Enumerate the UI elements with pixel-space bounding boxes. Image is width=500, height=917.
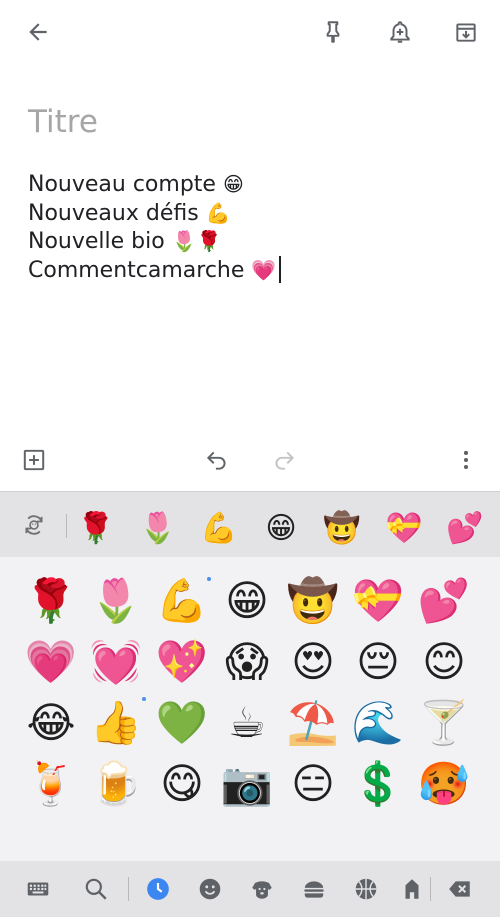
smiley-icon — [199, 878, 221, 900]
category-food[interactable] — [296, 871, 332, 907]
emoji-key[interactable]: 🌊 — [347, 692, 409, 754]
separator — [430, 877, 431, 901]
note-line-emoji: 😁 — [222, 172, 244, 196]
note-line-text: Commentcamarche — [28, 257, 245, 283]
category-animals[interactable] — [244, 871, 280, 907]
emoji-key[interactable]: 😔 — [347, 631, 409, 693]
emoji-key[interactable]: 💝 — [347, 570, 409, 632]
pin-icon — [326, 21, 340, 43]
undo-button[interactable] — [197, 440, 237, 480]
note-line-emoji: 💪 — [205, 200, 231, 225]
search-icon — [85, 878, 107, 900]
emoji-key[interactable]: 🍹 — [20, 753, 82, 815]
recent-emoji[interactable]: 🌷 — [138, 509, 178, 549]
note-title-input[interactable]: Titre — [28, 104, 98, 140]
backspace-icon — [449, 881, 470, 897]
emoji-key[interactable]: ☕ — [216, 692, 278, 754]
note-line: Nouveau compte 😁 — [28, 170, 281, 199]
more-options-button[interactable] — [446, 440, 486, 480]
basketball-icon — [355, 878, 377, 900]
emoji-key[interactable]: 😁 — [216, 570, 278, 632]
emoji-search-button[interactable] — [78, 871, 114, 907]
emoji-key[interactable]: 😂 — [20, 692, 82, 754]
recent-emoji[interactable]: 🤠 — [322, 509, 362, 549]
emoji-key[interactable]: 👍 — [85, 692, 147, 754]
emoji-key[interactable]: 🍺 — [85, 753, 147, 815]
category-activities[interactable] — [348, 871, 384, 907]
redo-button[interactable] — [264, 440, 304, 480]
note-line: Commentcamarche 💗 — [28, 255, 282, 285]
recent-emoji[interactable]: 💕 — [445, 509, 485, 549]
emoji-switch-icon — [25, 515, 43, 535]
emoji-key[interactable]: 😑 — [282, 753, 344, 815]
add-box-icon — [23, 449, 45, 471]
note-line-text: Nouvelle bio — [28, 229, 165, 255]
emoji-category-bar — [0, 861, 500, 917]
emoji-key[interactable]: 😱 — [216, 631, 278, 693]
emoji-switch-button[interactable] — [14, 507, 54, 543]
skin-tone-indicator — [207, 577, 211, 581]
backspace-button[interactable] — [442, 871, 478, 907]
emoji-key[interactable]: 😋 — [151, 753, 213, 815]
keyboard-button[interactable] — [20, 871, 56, 907]
archive-button[interactable] — [446, 12, 486, 52]
emoji-key[interactable]: 💕 — [413, 570, 475, 632]
emoji-key[interactable]: 💖 — [151, 631, 213, 693]
emoji-grid: 🌹 🌷 💪 😁 🤠 💝 💕 💗 💓 💖 😱 😍 😔 😊 😂 👍 💚 ☕ ⛱️ 🌊… — [0, 557, 500, 861]
recent-emoji[interactable]: 🌹 — [76, 509, 116, 549]
note-body-input[interactable]: Nouveau compte 😁 Nouveaux défis 💪 Nouvel… — [28, 170, 282, 285]
emoji-key[interactable]: 💪 — [151, 570, 213, 632]
recent-emoji[interactable]: 💪 — [199, 509, 239, 549]
emoji-key[interactable]: 🌹 — [20, 570, 82, 632]
building-icon — [405, 879, 419, 899]
emoji-key[interactable]: 💚 — [151, 692, 213, 754]
back-button[interactable] — [18, 12, 58, 52]
add-button[interactable] — [14, 440, 54, 480]
burger-icon — [304, 881, 324, 898]
emoji-key[interactable]: 😊 — [413, 631, 475, 693]
emoji-key[interactable]: 💗 — [20, 631, 82, 693]
emoji-key[interactable]: 💓 — [85, 631, 147, 693]
arrow-back-icon — [29, 23, 47, 41]
archive-icon — [456, 23, 476, 42]
note-line: Nouvelle bio 🌷🌹 — [28, 227, 281, 256]
category-smileys[interactable] — [192, 871, 228, 907]
separator — [128, 877, 129, 901]
text-cursor — [279, 255, 282, 283]
note-line-text: Nouveau compte — [28, 172, 216, 197]
emoji-key[interactable]: 🍸 — [413, 692, 475, 754]
emoji-key[interactable]: 💲 — [347, 753, 409, 815]
dog-icon — [252, 881, 272, 899]
emoji-key[interactable]: 🤠 — [282, 570, 344, 632]
note-line-text: Nouveaux défis — [28, 200, 199, 226]
more-vert-icon — [463, 450, 469, 470]
note-line-emoji: 💗 — [251, 257, 277, 282]
bell-plus-icon — [390, 21, 410, 43]
note-line-emoji: 🌷🌹 — [171, 229, 222, 254]
recent-emoji[interactable]: 😁 — [261, 509, 301, 549]
redo-icon — [275, 451, 295, 470]
category-places[interactable] — [394, 871, 430, 907]
reminder-button[interactable] — [380, 12, 420, 52]
undo-icon — [206, 451, 226, 470]
separator — [66, 514, 67, 538]
category-recent[interactable] — [140, 871, 176, 907]
emoji-key[interactable]: 🌷 — [85, 570, 147, 632]
clock-icon — [147, 878, 169, 900]
pin-button[interactable] — [313, 12, 353, 52]
note-line: Nouveaux défis 💪 — [28, 199, 281, 228]
emoji-key[interactable]: ⛱️ — [282, 692, 344, 754]
keyboard-icon — [27, 882, 49, 896]
emoji-key[interactable]: 🥵 — [413, 753, 475, 815]
editor-toolbar — [0, 432, 500, 488]
skin-tone-indicator — [142, 697, 146, 701]
app-bar — [0, 0, 500, 64]
emoji-recent-bar: 🌹 🌷 💪 😁 🤠 💝 💕 — [0, 491, 500, 558]
emoji-key[interactable]: 📷 — [216, 753, 278, 815]
emoji-key[interactable]: 😍 — [282, 631, 344, 693]
recent-emoji[interactable]: 💝 — [384, 509, 424, 549]
